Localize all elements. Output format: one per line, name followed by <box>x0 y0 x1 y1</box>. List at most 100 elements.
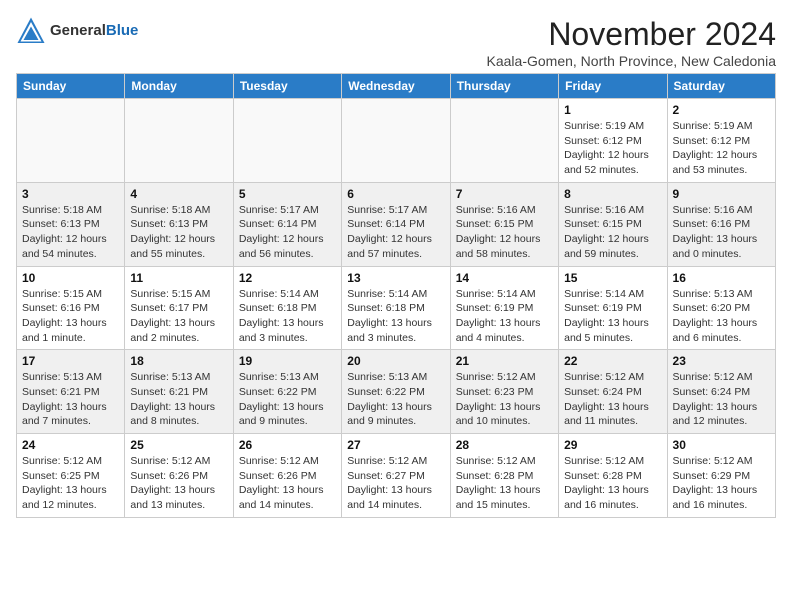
calendar-day: 9 Sunrise: 5:16 AMSunset: 6:16 PMDaylight… <box>667 182 775 266</box>
calendar-day: 5Sunrise: 5:17 AMSunset: 6:14 PMDaylight… <box>233 182 341 266</box>
day-info: Sunrise: 5:14 AMSunset: 6:18 PMDaylight:… <box>239 287 336 346</box>
day-info: Sunrise: 5:12 AMSunset: 6:28 PMDaylight:… <box>564 454 661 513</box>
calendar-day <box>233 99 341 183</box>
calendar-day: 12 Sunrise: 5:14 AMSunset: 6:18 PMDayligh… <box>233 266 341 350</box>
calendar-day <box>125 99 233 183</box>
col-tuesday: Tuesday <box>233 74 341 99</box>
day-number: 10 <box>22 271 119 285</box>
calendar-day: 13Sunrise: 5:14 AMSunset: 6:18 PMDayligh… <box>342 266 450 350</box>
col-saturday: Saturday <box>667 74 775 99</box>
day-info: Sunrise: 5:14 AMSunset: 6:19 PMDaylight:… <box>456 287 553 346</box>
day-info: Sunrise: 5:13 AMSunset: 6:22 PMDaylight:… <box>239 370 336 429</box>
day-number: 9 <box>673 187 770 201</box>
day-info: Sunrise: 5:18 AMSunset: 6:13 PMDaylight:… <box>130 203 227 262</box>
calendar-day: 18Sunrise: 5:13 AMSunset: 6:21 PMDayligh… <box>125 350 233 434</box>
calendar-week-row: 3 Sunrise: 5:18 AMSunset: 6:13 PMDaylight… <box>17 182 776 266</box>
calendar-day: 27 Sunrise: 5:12 AMSunset: 6:27 PMDayligh… <box>342 434 450 518</box>
day-number: 12 <box>239 271 336 285</box>
day-number: 22 <box>564 354 661 368</box>
logo-general: GeneralBlue <box>50 22 138 40</box>
day-info: Sunrise: 5:12 AMSunset: 6:24 PMDaylight:… <box>564 370 661 429</box>
calendar-week-row: 10 Sunrise: 5:15 AMSunset: 6:16 PMDayligh… <box>17 266 776 350</box>
calendar-week-row: 17 Sunrise: 5:13 AMSunset: 6:21 PMDayligh… <box>17 350 776 434</box>
calendar-day: 21 Sunrise: 5:12 AMSunset: 6:23 PMDayligh… <box>450 350 558 434</box>
day-info: Sunrise: 5:14 AMSunset: 6:19 PMDaylight:… <box>564 287 661 346</box>
day-info: Sunrise: 5:13 AMSunset: 6:22 PMDaylight:… <box>347 370 444 429</box>
calendar-day: 23 Sunrise: 5:12 AMSunset: 6:24 PMDayligh… <box>667 350 775 434</box>
day-number: 29 <box>564 438 661 452</box>
calendar-day: 25 Sunrise: 5:12 AMSunset: 6:26 PMDayligh… <box>125 434 233 518</box>
header: GeneralBlue November 2024 Kaala-Gomen, N… <box>16 16 776 69</box>
day-info: Sunrise: 5:16 AMSunset: 6:15 PMDaylight:… <box>564 203 661 262</box>
calendar-day: 29 Sunrise: 5:12 AMSunset: 6:28 PMDayligh… <box>559 434 667 518</box>
day-number: 8 <box>564 187 661 201</box>
day-number: 15 <box>564 271 661 285</box>
day-info: Sunrise: 5:15 AMSunset: 6:16 PMDaylight:… <box>22 287 119 346</box>
logo-icon <box>16 16 46 46</box>
calendar-day: 2 Sunrise: 5:19 AMSunset: 6:12 PMDaylight… <box>667 99 775 183</box>
day-number: 30 <box>673 438 770 452</box>
day-number: 20 <box>347 354 444 368</box>
day-number: 25 <box>130 438 227 452</box>
day-info: Sunrise: 5:12 AMSunset: 6:27 PMDaylight:… <box>347 454 444 513</box>
calendar-day: 15 Sunrise: 5:14 AMSunset: 6:19 PMDayligh… <box>559 266 667 350</box>
day-info: Sunrise: 5:12 AMSunset: 6:28 PMDaylight:… <box>456 454 553 513</box>
calendar-day <box>17 99 125 183</box>
day-info: Sunrise: 5:18 AMSunset: 6:13 PMDaylight:… <box>22 203 119 262</box>
calendar-day: 1 Sunrise: 5:19 AMSunset: 6:12 PMDaylight… <box>559 99 667 183</box>
calendar-week-row: 24 Sunrise: 5:12 AMSunset: 6:25 PMDayligh… <box>17 434 776 518</box>
day-number: 11 <box>130 271 227 285</box>
day-info: Sunrise: 5:19 AMSunset: 6:12 PMDaylight:… <box>673 119 770 178</box>
day-number: 27 <box>347 438 444 452</box>
page-container: GeneralBlue November 2024 Kaala-Gomen, N… <box>16 16 776 518</box>
day-number: 7 <box>456 187 553 201</box>
logo-text: GeneralBlue <box>50 22 138 40</box>
day-number: 14 <box>456 271 553 285</box>
day-number: 23 <box>673 354 770 368</box>
calendar-day: 16 Sunrise: 5:13 AMSunset: 6:20 PMDayligh… <box>667 266 775 350</box>
day-info: Sunrise: 5:13 AMSunset: 6:20 PMDaylight:… <box>673 287 770 346</box>
calendar-day: 20 Sunrise: 5:13 AMSunset: 6:22 PMDayligh… <box>342 350 450 434</box>
day-number: 16 <box>673 271 770 285</box>
day-number: 24 <box>22 438 119 452</box>
calendar-header-row: Sunday Monday Tuesday Wednesday Thursday… <box>17 74 776 99</box>
calendar-day: 17 Sunrise: 5:13 AMSunset: 6:21 PMDayligh… <box>17 350 125 434</box>
calendar-day: 30 Sunrise: 5:12 AMSunset: 6:29 PMDayligh… <box>667 434 775 518</box>
col-monday: Monday <box>125 74 233 99</box>
calendar: Sunday Monday Tuesday Wednesday Thursday… <box>16 73 776 518</box>
month-title: November 2024 <box>487 16 776 53</box>
calendar-day: 11 Sunrise: 5:15 AMSunset: 6:17 PMDayligh… <box>125 266 233 350</box>
day-number: 1 <box>564 103 661 117</box>
day-number: 3 <box>22 187 119 201</box>
day-info: Sunrise: 5:14 AMSunset: 6:18 PMDaylight:… <box>347 287 444 346</box>
calendar-day: 6 Sunrise: 5:17 AMSunset: 6:14 PMDaylight… <box>342 182 450 266</box>
day-info: Sunrise: 5:15 AMSunset: 6:17 PMDaylight:… <box>130 287 227 346</box>
day-info: Sunrise: 5:12 AMSunset: 6:25 PMDaylight:… <box>22 454 119 513</box>
day-info: Sunrise: 5:12 AMSunset: 6:26 PMDaylight:… <box>130 454 227 513</box>
day-info: Sunrise: 5:16 AMSunset: 6:15 PMDaylight:… <box>456 203 553 262</box>
calendar-day <box>450 99 558 183</box>
day-info: Sunrise: 5:12 AMSunset: 6:26 PMDaylight:… <box>239 454 336 513</box>
day-info: Sunrise: 5:19 AMSunset: 6:12 PMDaylight:… <box>564 119 661 178</box>
day-info: Sunrise: 5:17 AMSunset: 6:14 PMDaylight:… <box>347 203 444 262</box>
day-number: 21 <box>456 354 553 368</box>
day-info: Sunrise: 5:13 AMSunset: 6:21 PMDaylight:… <box>22 370 119 429</box>
logo: GeneralBlue <box>16 16 138 46</box>
calendar-day: 19Sunrise: 5:13 AMSunset: 6:22 PMDayligh… <box>233 350 341 434</box>
calendar-day: 24 Sunrise: 5:12 AMSunset: 6:25 PMDayligh… <box>17 434 125 518</box>
col-thursday: Thursday <box>450 74 558 99</box>
day-info: Sunrise: 5:12 AMSunset: 6:23 PMDaylight:… <box>456 370 553 429</box>
day-info: Sunrise: 5:12 AMSunset: 6:29 PMDaylight:… <box>673 454 770 513</box>
calendar-day: 3 Sunrise: 5:18 AMSunset: 6:13 PMDaylight… <box>17 182 125 266</box>
day-number: 6 <box>347 187 444 201</box>
day-info: Sunrise: 5:17 AMSunset: 6:14 PMDaylight:… <box>239 203 336 262</box>
calendar-day: 10 Sunrise: 5:15 AMSunset: 6:16 PMDayligh… <box>17 266 125 350</box>
day-info: Sunrise: 5:16 AMSunset: 6:16 PMDaylight:… <box>673 203 770 262</box>
calendar-day: 4Sunrise: 5:18 AMSunset: 6:13 PMDaylight… <box>125 182 233 266</box>
day-info: Sunrise: 5:12 AMSunset: 6:24 PMDaylight:… <box>673 370 770 429</box>
day-number: 17 <box>22 354 119 368</box>
calendar-week-row: 1 Sunrise: 5:19 AMSunset: 6:12 PMDaylight… <box>17 99 776 183</box>
day-info: Sunrise: 5:13 AMSunset: 6:21 PMDaylight:… <box>130 370 227 429</box>
calendar-day: 8 Sunrise: 5:16 AMSunset: 6:15 PMDaylight… <box>559 182 667 266</box>
day-number: 2 <box>673 103 770 117</box>
